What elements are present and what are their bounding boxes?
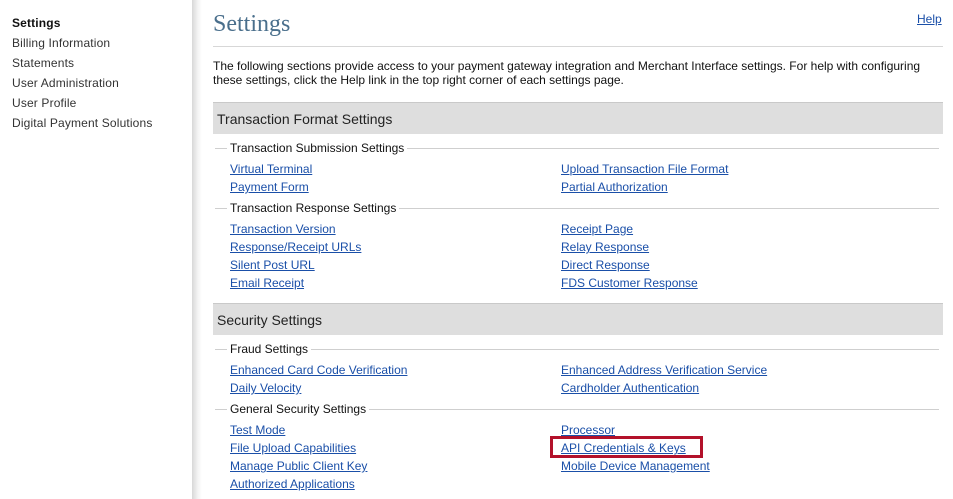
help-link[interactable]: Help xyxy=(917,12,942,26)
link-mobile-device-management[interactable]: Mobile Device Management xyxy=(561,459,710,473)
group-transaction-response: Transaction Response Settings xyxy=(213,201,939,215)
sidebar-divider xyxy=(192,0,202,499)
sidebar-item-statements[interactable]: Statements xyxy=(12,56,74,70)
link-virtual-terminal[interactable]: Virtual Terminal xyxy=(230,162,312,176)
link-file-upload-capabilities[interactable]: File Upload Capabilities xyxy=(230,441,356,455)
link-response-receipt-urls[interactable]: Response/Receipt URLs xyxy=(230,240,361,254)
link-receipt-page[interactable]: Receipt Page xyxy=(561,222,633,236)
sidebar-item-settings[interactable]: Settings xyxy=(12,16,61,30)
link-test-mode[interactable]: Test Mode xyxy=(230,423,285,437)
link-email-receipt[interactable]: Email Receipt xyxy=(230,276,304,290)
link-silent-post-url[interactable]: Silent Post URL xyxy=(230,258,315,272)
group-label: Fraud Settings xyxy=(227,342,312,356)
link-enhanced-card-code-verification[interactable]: Enhanced Card Code Verification xyxy=(230,363,407,377)
link-authorized-applications[interactable]: Authorized Applications xyxy=(230,477,355,491)
link-relay-response[interactable]: Relay Response xyxy=(561,240,649,254)
group-general-security: General Security Settings xyxy=(213,402,939,416)
group-divider xyxy=(215,349,939,350)
link-fds-customer-response[interactable]: FDS Customer Response xyxy=(561,276,698,290)
link-transaction-version[interactable]: Transaction Version xyxy=(230,222,336,236)
intro-text: The following sections provide access to… xyxy=(213,59,921,87)
link-processor[interactable]: Processor xyxy=(561,423,615,437)
link-enhanced-address-verification-service[interactable]: Enhanced Address Verification Service xyxy=(561,363,767,377)
sidebar-item-digital-payment-solutions[interactable]: Digital Payment Solutions xyxy=(12,116,152,130)
link-daily-velocity[interactable]: Daily Velocity xyxy=(230,381,301,395)
highlight-annotation-box xyxy=(550,436,703,458)
section-header-security: Security Settings xyxy=(213,303,943,335)
sidebar-item-user-profile[interactable]: User Profile xyxy=(12,96,76,110)
group-label: General Security Settings xyxy=(227,402,370,416)
group-label: Transaction Submission Settings xyxy=(227,141,408,155)
link-cardholder-authentication[interactable]: Cardholder Authentication xyxy=(561,381,699,395)
page-title: Settings xyxy=(213,11,291,37)
sidebar-item-user-administration[interactable]: User Administration xyxy=(12,76,119,90)
link-partial-authorization[interactable]: Partial Authorization xyxy=(561,180,668,194)
link-direct-response[interactable]: Direct Response xyxy=(561,258,650,272)
section-header-transaction-format: Transaction Format Settings xyxy=(213,102,943,134)
link-upload-transaction-file-format[interactable]: Upload Transaction File Format xyxy=(561,162,728,176)
sidebar: Settings Billing Information Statements … xyxy=(0,0,192,499)
group-transaction-submission: Transaction Submission Settings xyxy=(213,141,939,155)
group-fraud-settings: Fraud Settings xyxy=(213,342,939,356)
sidebar-item-billing-information[interactable]: Billing Information xyxy=(12,36,110,50)
group-label: Transaction Response Settings xyxy=(227,201,400,215)
link-manage-public-client-key[interactable]: Manage Public Client Key xyxy=(230,459,367,473)
title-divider xyxy=(213,46,943,47)
link-payment-form[interactable]: Payment Form xyxy=(230,180,309,194)
